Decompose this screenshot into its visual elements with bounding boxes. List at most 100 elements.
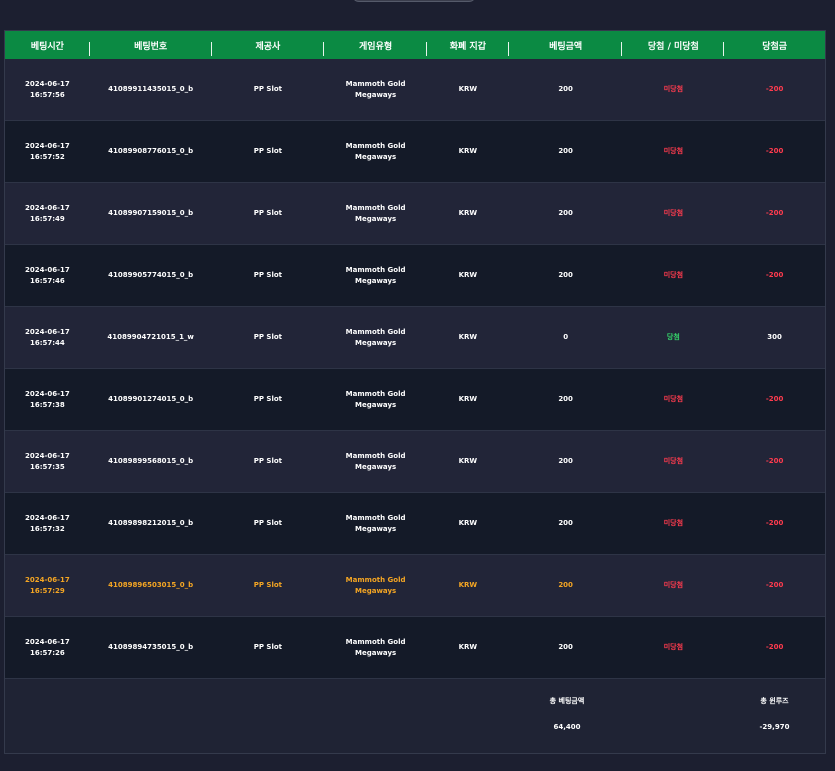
bet-amount: 200 (558, 147, 573, 155)
bet-date: 2024-06-17 (25, 389, 70, 398)
header-bet-number: 베팅번호 (90, 31, 212, 59)
header-game-type: 게임유형 (324, 31, 427, 59)
provider: PP Slot (253, 85, 282, 93)
bet-date: 2024-06-17 (25, 265, 70, 274)
bet-amount: 200 (558, 209, 573, 217)
game-type: Mammoth Gold Megaways (345, 141, 406, 161)
game-type: Mammoth Gold Megaways (345, 79, 406, 99)
header-payout: 당첨금 (762, 41, 788, 52)
total-winloss-label: 총 윈루즈 (760, 697, 789, 705)
currency: KRW (458, 581, 478, 589)
win-lose-status: 미당첨 (663, 643, 684, 651)
table-row[interactable]: 2024-06-17 16:57:35 41089899568015_0_b PP S… (5, 431, 825, 493)
bet-number: 41089904721015_1_w (107, 333, 194, 341)
bet-time: 16:57:38 (29, 400, 65, 409)
bet-date: 2024-06-17 (25, 203, 70, 212)
bet-amount: 200 (558, 395, 573, 403)
payout: 300 (767, 333, 782, 341)
bet-date: 2024-06-17 (25, 327, 70, 336)
bet-time: 16:57:26 (29, 648, 65, 657)
bet-datetime: 2024-06-17 16:57:52 (5, 121, 90, 182)
table-row[interactable]: 2024-06-17 16:57:32 41089898212015_0_b PP S… (5, 493, 825, 555)
bet-datetime: 2024-06-17 16:57:46 (5, 245, 90, 306)
currency: KRW (458, 147, 478, 155)
provider: PP Slot (253, 333, 282, 341)
bet-number: 41089901274015_0_b (108, 395, 194, 403)
bet-datetime: 2024-06-17 16:57:32 (5, 493, 90, 554)
bet-datetime: 2024-06-17 16:57:29 (5, 555, 90, 616)
table-row[interactable]: 2024-06-17 16:57:44 41089904721015_1_w PP S… (5, 307, 825, 369)
bet-number: 41089896503015_0_b (108, 581, 194, 589)
game-type: Mammoth Gold Megaways (345, 451, 406, 471)
bet-datetime: 2024-06-17 16:57:35 (5, 431, 90, 492)
win-lose-status: 미당첨 (663, 209, 684, 217)
win-lose-status: 미당첨 (663, 519, 684, 527)
bet-date: 2024-06-17 (25, 141, 70, 150)
currency: KRW (458, 333, 478, 341)
payout: -200 (765, 457, 784, 465)
provider: PP Slot (253, 271, 282, 279)
bet-date: 2024-06-17 (25, 451, 70, 460)
total-bet: 총 베팅금액 64,400 (510, 679, 624, 753)
bet-number: 41089908776015_0_b (108, 147, 194, 155)
table-row[interactable]: 2024-06-17 16:57:29 41089896503015_0_b PP S… (5, 555, 825, 617)
bet-time: 16:57:29 (29, 586, 65, 595)
bet-time: 16:57:44 (29, 338, 65, 347)
bet-number: 41089894735015_0_b (108, 643, 194, 651)
bet-amount: 200 (558, 643, 573, 651)
table-row[interactable]: 2024-06-17 16:57:46 41089905774015_0_b PP S… (5, 245, 825, 307)
bet-number: 41089907159015_0_b (108, 209, 194, 217)
bet-number: 41089905774015_0_b (108, 271, 194, 279)
bet-time: 16:57:52 (29, 152, 65, 161)
bet-time: 16:57:32 (29, 524, 65, 533)
table-row[interactable]: 2024-06-17 16:57:56 41089911435015_0_b PP S… (5, 59, 825, 121)
game-type: Mammoth Gold Megaways (345, 513, 406, 533)
table-body: 2024-06-17 16:57:56 41089911435015_0_b PP S… (5, 59, 825, 679)
currency: KRW (458, 395, 478, 403)
bet-number: 41089911435015_0_b (108, 85, 194, 93)
bet-date: 2024-06-17 (25, 79, 70, 88)
payout: -200 (765, 209, 784, 217)
bet-datetime: 2024-06-17 16:57:49 (5, 183, 90, 244)
table-row[interactable]: 2024-06-17 16:57:49 41089907159015_0_b PP S… (5, 183, 825, 245)
win-lose-status: 미당첨 (663, 271, 684, 279)
header-win-lose: 당첨 / 미당첨 (622, 31, 724, 59)
bet-time: 16:57:35 (29, 462, 65, 471)
payout: -200 (765, 85, 784, 93)
bet-datetime: 2024-06-17 16:57:38 (5, 369, 90, 430)
game-type: Mammoth Gold Megaways (345, 389, 406, 409)
bet-datetime: 2024-06-17 16:57:56 (5, 59, 90, 120)
bet-time: 16:57:46 (29, 276, 65, 285)
currency: KRW (458, 457, 478, 465)
currency: KRW (458, 209, 478, 217)
bet-date: 2024-06-17 (25, 637, 70, 646)
table-row[interactable]: 2024-06-17 16:57:52 41089908776015_0_b PP S… (5, 121, 825, 183)
payout: -200 (765, 519, 784, 527)
table-row[interactable]: 2024-06-17 16:57:38 41089901274015_0_b PP S… (5, 369, 825, 431)
currency: KRW (458, 519, 478, 527)
payout: -200 (765, 271, 784, 279)
top-tab-button[interactable] (352, 0, 476, 2)
bet-history-table: 베팅시간 베팅번호 제공사 게임유형 화폐 지갑 베팅금액 당첨 / 미당첨 당… (4, 30, 826, 754)
bet-number: 41089899568015_0_b (108, 457, 194, 465)
bet-number: 41089898212015_0_b (108, 519, 194, 527)
table-row[interactable]: 2024-06-17 16:57:26 41089894735015_0_b PP S… (5, 617, 825, 679)
currency: KRW (458, 85, 478, 93)
header-bet-amount: 베팅금액 (509, 31, 623, 59)
payout: -200 (765, 395, 784, 403)
bet-amount: 200 (558, 457, 573, 465)
provider: PP Slot (253, 457, 282, 465)
bet-amount: 200 (558, 519, 573, 527)
win-lose-status: 미당첨 (663, 457, 684, 465)
provider: PP Slot (253, 395, 282, 403)
bet-amount: 200 (558, 271, 573, 279)
bet-datetime: 2024-06-17 16:57:44 (5, 307, 90, 368)
win-lose-status: 미당첨 (663, 581, 684, 589)
total-bet-label: 총 베팅금액 (549, 697, 585, 705)
bet-amount: 0 (563, 333, 569, 341)
currency: KRW (458, 643, 478, 651)
provider: PP Slot (253, 209, 282, 217)
provider: PP Slot (253, 643, 282, 651)
total-winloss-value: -29,970 (759, 723, 790, 731)
header-currency-wallet: 화폐 지갑 (427, 31, 509, 59)
